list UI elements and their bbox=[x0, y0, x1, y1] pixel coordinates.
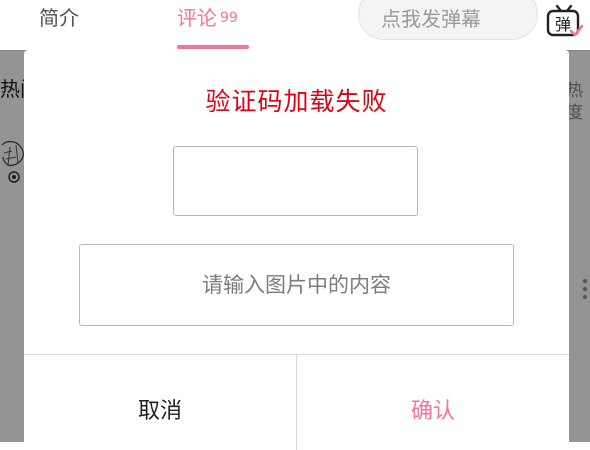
captcha-input[interactable] bbox=[79, 244, 514, 326]
tab-comments-label: 评论 bbox=[177, 6, 217, 30]
active-tab-indicator bbox=[177, 45, 249, 49]
confirm-button[interactable]: 确认 bbox=[297, 355, 569, 450]
video-tab-bar: 简介 评论 99 点我发弹幕 弹 bbox=[0, 0, 590, 51]
danmaku-placeholder: 点我发弹幕 bbox=[381, 7, 481, 31]
captcha-dialog: 验证码加载失败 取消 确认 bbox=[24, 50, 569, 450]
danmaku-toggle-glyph: 弹 bbox=[555, 15, 571, 34]
tab-intro-label: 简介 bbox=[39, 6, 79, 30]
confirm-button-label: 确认 bbox=[410, 399, 455, 424]
tab-comments[interactable]: 评论 99 bbox=[177, 5, 238, 31]
captcha-image[interactable] bbox=[173, 146, 418, 216]
danmaku-input[interactable]: 点我发弹幕 bbox=[358, 0, 538, 40]
dialog-title: 验证码加载失败 bbox=[205, 87, 388, 116]
comment-count: 99 bbox=[220, 10, 238, 26]
danmaku-toggle-icon[interactable]: 弹 bbox=[545, 2, 584, 40]
tab-intro[interactable]: 简介 bbox=[39, 5, 79, 31]
cancel-button[interactable]: 取消 bbox=[24, 355, 296, 450]
cancel-button-label: 取消 bbox=[137, 399, 182, 424]
